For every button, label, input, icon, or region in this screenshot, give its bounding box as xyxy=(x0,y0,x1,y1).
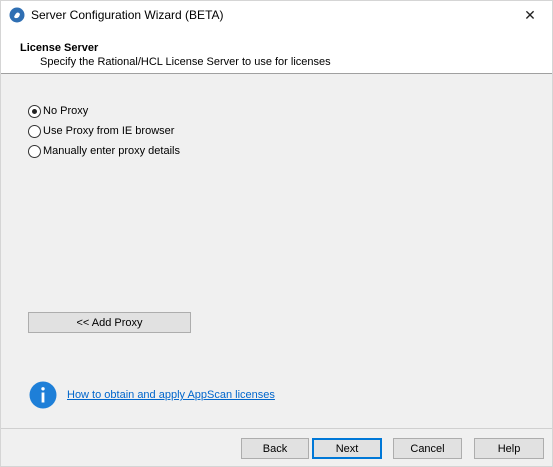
help-link[interactable]: How to obtain and apply AppScan licenses xyxy=(67,389,275,401)
page-title: License Server xyxy=(20,42,99,54)
help-button[interactable]: Help xyxy=(474,438,544,459)
title-bar: Server Configuration Wizard (BETA) ✕ xyxy=(1,1,552,29)
cancel-button[interactable]: Cancel xyxy=(393,438,462,459)
radio-label: Use Proxy from IE browser xyxy=(43,125,175,137)
page-subtitle: Specify the Rational/HCL License Server … xyxy=(40,56,331,68)
app-icon xyxy=(9,7,25,23)
radio-label: No Proxy xyxy=(43,105,89,117)
radio-ie-proxy[interactable]: Use Proxy from IE browser xyxy=(28,124,174,138)
radio-button[interactable] xyxy=(28,144,41,158)
wizard-header: License Server Specify the Rational/HCL … xyxy=(1,29,552,73)
header-divider xyxy=(1,73,552,74)
next-button[interactable]: Next xyxy=(312,438,382,459)
radio-button-checked[interactable] xyxy=(28,104,41,118)
add-proxy-button[interactable]: << Add Proxy xyxy=(28,312,191,333)
radio-button[interactable] xyxy=(28,124,41,138)
close-icon: ✕ xyxy=(524,7,536,23)
radio-no-proxy[interactable]: No Proxy xyxy=(28,104,88,118)
radio-manual-proxy[interactable]: Manually enter proxy details xyxy=(28,144,180,158)
back-button[interactable]: Back xyxy=(241,438,309,459)
footer-divider xyxy=(1,428,552,429)
close-button[interactable]: ✕ xyxy=(508,1,552,29)
window-title: Server Configuration Wizard (BETA) xyxy=(31,8,224,22)
radio-label: Manually enter proxy details xyxy=(43,145,180,157)
wizard-window: Server Configuration Wizard (BETA) ✕ Lic… xyxy=(0,0,553,467)
info-icon xyxy=(29,381,57,409)
